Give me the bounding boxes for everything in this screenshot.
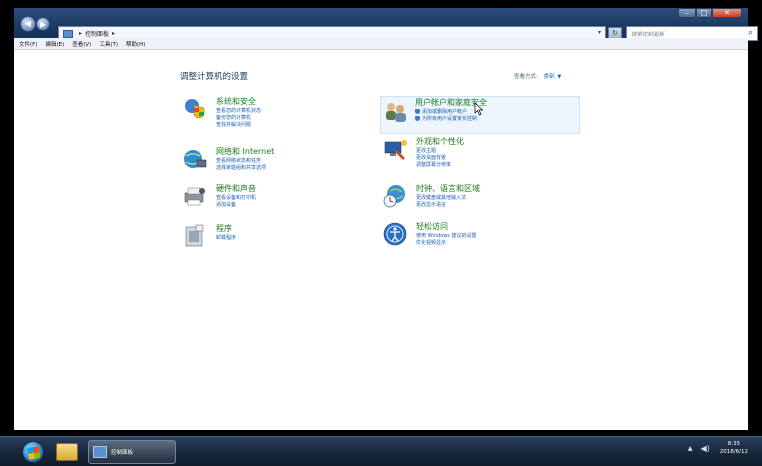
clock-time: 8:35	[727, 441, 741, 447]
category-title[interactable]: 时钟、语言和区域	[416, 183, 480, 194]
close-button[interactable]: ✕	[712, 8, 742, 18]
category-title[interactable]: 系统和安全	[216, 96, 256, 107]
clock-date: 2018/6/12	[719, 449, 748, 455]
taskbar-control-panel[interactable]: 控制面板	[88, 440, 176, 464]
show-hidden-icons-icon[interactable]: ▲	[688, 445, 693, 452]
link-view-computer-status[interactable]: 查看您的计算机状态	[216, 107, 261, 114]
link-parental-controls[interactable]: 为所有用户设置家长控制	[415, 115, 477, 122]
minimize-button[interactable]: –	[678, 8, 696, 18]
speaker-icon[interactable]: ◀)	[701, 444, 710, 453]
menu-file[interactable]: 文件(F)	[19, 40, 37, 48]
category-programs: 程序 卸载程序	[182, 223, 382, 261]
menu-help[interactable]: 帮助(H)	[126, 40, 145, 48]
uac-shield-icon	[415, 116, 420, 121]
shield-icon[interactable]	[182, 96, 208, 122]
menu-view[interactable]: 查看(V)	[72, 40, 91, 48]
view-by-dropdown[interactable]: 类别	[544, 74, 555, 80]
category-network-internet: 网络和 Internet 查看网络状态和任务 选择家庭组和共享选项	[182, 146, 382, 184]
link-add-remove-accounts[interactable]: 添加或删除用户帐户	[415, 108, 467, 115]
menu-tools[interactable]: 工具(T)	[99, 40, 118, 48]
category-hardware-sound: 硬件和声音 查看设备和打印机 添加设备	[182, 183, 382, 221]
link-optimize-visual-display[interactable]: 优化视频显示	[416, 239, 446, 246]
link-view-network-status[interactable]: 查看网络状态和任务	[216, 157, 261, 164]
windows-logo-icon	[27, 446, 41, 460]
arrow-right-icon: ▶	[39, 20, 47, 29]
link-add-device[interactable]: 添加设备	[216, 201, 236, 208]
globe-network-icon[interactable]	[182, 146, 208, 172]
uac-shield-icon	[415, 109, 420, 114]
taskbar: 控制面板 ▲ ◀) 8:35 2018/6/12	[0, 436, 762, 466]
link-devices-printers[interactable]: 查看设备和打印机	[216, 194, 256, 201]
link-backup-computer[interactable]: 备份您的计算机	[216, 114, 251, 121]
view-by-label: 查看方式:	[514, 74, 538, 80]
category-title[interactable]: 外观和个性化	[416, 136, 464, 147]
category-title[interactable]: 硬件和声音	[216, 183, 256, 194]
start-button[interactable]	[22, 441, 44, 463]
link-change-keyboard[interactable]: 更改键盘或其他输入法	[416, 194, 466, 201]
category-ease-of-access: 轻松访问 使用 Windows 建议的设置 优化视频显示	[382, 221, 582, 259]
ease-of-access-icon[interactable]	[382, 221, 408, 247]
title-bar: ◀ ▶ ▸ 控制面板 ▸ ▾ ↻ 搜索控制面板 ⌕ – □ ✕	[14, 8, 758, 41]
breadcrumb-separator-icon[interactable]: ▸	[79, 30, 82, 37]
search-placeholder: 搜索控制面板	[631, 31, 665, 38]
refresh-icon: ↻	[612, 29, 618, 37]
link-desktop-background[interactable]: 更改桌面背景	[416, 154, 446, 161]
window-controls: – □ ✕	[678, 8, 742, 18]
category-title[interactable]: 网络和 Internet	[216, 146, 274, 157]
link-recommended-settings[interactable]: 使用 Windows 建议的设置	[416, 232, 477, 239]
category-title[interactable]: 轻松访问	[416, 221, 448, 232]
category-title[interactable]: 程序	[216, 223, 232, 234]
control-panel-icon	[93, 446, 107, 458]
chevron-down-icon[interactable]: ▼	[557, 74, 561, 80]
explorer-folder-icon[interactable]	[56, 443, 78, 461]
link-change-display-language[interactable]: 更改显示语言	[416, 201, 446, 208]
page-title: 调整计算机的设置	[180, 72, 249, 82]
view-by: 查看方式: 类别 ▼	[514, 72, 561, 80]
breadcrumb-separator-icon[interactable]: ▸	[112, 30, 115, 37]
users-icon[interactable]	[383, 99, 409, 125]
maximize-button[interactable]: □	[696, 8, 712, 18]
menu-edit[interactable]: 编辑(E)	[45, 40, 64, 48]
chevron-down-icon[interactable]: ▾	[598, 29, 601, 36]
control-panel-content: 调整计算机的设置 查看方式: 类别 ▼ 系统和安全 查看您的计算机状态 备份您的…	[14, 50, 748, 430]
forward-button[interactable]: ▶	[36, 17, 50, 31]
clock[interactable]: 8:35 2018/6/12	[720, 440, 748, 456]
taskbar-task-label: 控制面板	[111, 450, 134, 456]
link-screen-resolution[interactable]: 调整屏幕分辨率	[416, 161, 451, 168]
back-button[interactable]: ◀	[20, 16, 36, 32]
search-icon[interactable]: ⌕	[748, 28, 753, 38]
category-system-security: 系统和安全 查看您的计算机状态 备份您的计算机 查找并解决问题	[182, 96, 382, 134]
appearance-icon[interactable]	[382, 136, 408, 162]
breadcrumb-control-panel[interactable]: 控制面板	[85, 29, 109, 38]
category-clock-language: 时钟、语言和区域 更改键盘或其他输入法 更改显示语言	[382, 183, 582, 221]
control-panel-icon	[63, 29, 73, 38]
mouse-pointer-icon	[474, 102, 484, 116]
arrow-left-icon: ◀	[24, 19, 32, 28]
category-appearance: 外观和个性化 更改主题 更改桌面背景 调整屏幕分辨率	[382, 136, 582, 174]
link-troubleshoot[interactable]: 查找并解决问题	[216, 121, 251, 128]
printer-icon[interactable]	[182, 183, 208, 209]
system-tray: ▲ ◀) 8:35 2018/6/12	[688, 440, 748, 456]
clock-globe-icon[interactable]	[382, 183, 408, 209]
link-change-theme[interactable]: 更改主题	[416, 147, 436, 154]
link-label: 为所有用户设置家长控制	[422, 116, 478, 122]
link-uninstall-program[interactable]: 卸载程序	[216, 234, 236, 241]
programs-icon[interactable]	[182, 223, 208, 249]
link-homegroup-sharing[interactable]: 选择家庭组和共享选项	[216, 164, 266, 171]
menu-bar: 文件(F) 编辑(E) 查看(V) 工具(T) 帮助(H)	[14, 38, 748, 50]
